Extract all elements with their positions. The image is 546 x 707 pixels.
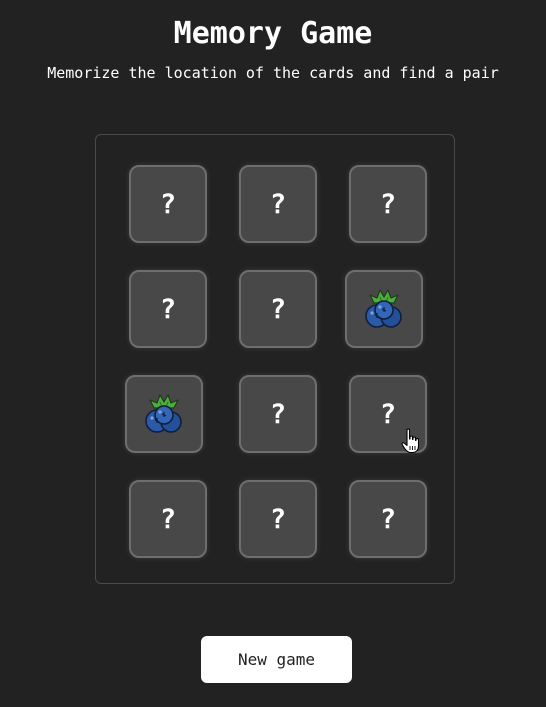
new-game-button[interactable]: New game xyxy=(201,636,352,683)
card-5[interactable]: ? xyxy=(239,270,317,348)
card-hidden-symbol: ? xyxy=(269,398,287,430)
card-11[interactable]: ? xyxy=(239,480,317,558)
card-10[interactable]: ? xyxy=(129,480,207,558)
card-3[interactable]: ? xyxy=(349,165,427,243)
blueberry-icon xyxy=(365,289,402,328)
page-subtitle: Memorize the location of the cards and f… xyxy=(47,64,499,82)
card-12[interactable]: ? xyxy=(349,480,427,558)
card-8[interactable]: ? xyxy=(239,375,317,453)
card-board: ? ? ? ? ? ? ? ? ? ? xyxy=(95,134,455,584)
card-hidden-symbol: ? xyxy=(269,293,287,325)
card-hidden-symbol: ? xyxy=(159,188,177,220)
page-title: Memory Game xyxy=(173,16,373,51)
card-4[interactable]: ? xyxy=(129,270,207,348)
card-hidden-symbol: ? xyxy=(379,503,397,535)
card-2[interactable]: ? xyxy=(239,165,317,243)
card-hidden-symbol: ? xyxy=(159,503,177,535)
card-1[interactable]: ? xyxy=(129,165,207,243)
card-hidden-symbol: ? xyxy=(269,503,287,535)
card-hidden-symbol: ? xyxy=(379,398,397,430)
card-hidden-symbol: ? xyxy=(379,188,397,220)
card-7-revealed[interactable] xyxy=(125,375,203,453)
memory-game-page: Memory Game Memorize the location of the… xyxy=(0,0,546,707)
card-hidden-symbol: ? xyxy=(269,188,287,220)
card-6-revealed[interactable] xyxy=(345,270,423,348)
card-9[interactable]: ? xyxy=(349,375,427,453)
blueberry-icon xyxy=(145,394,182,433)
card-hidden-symbol: ? xyxy=(159,293,177,325)
